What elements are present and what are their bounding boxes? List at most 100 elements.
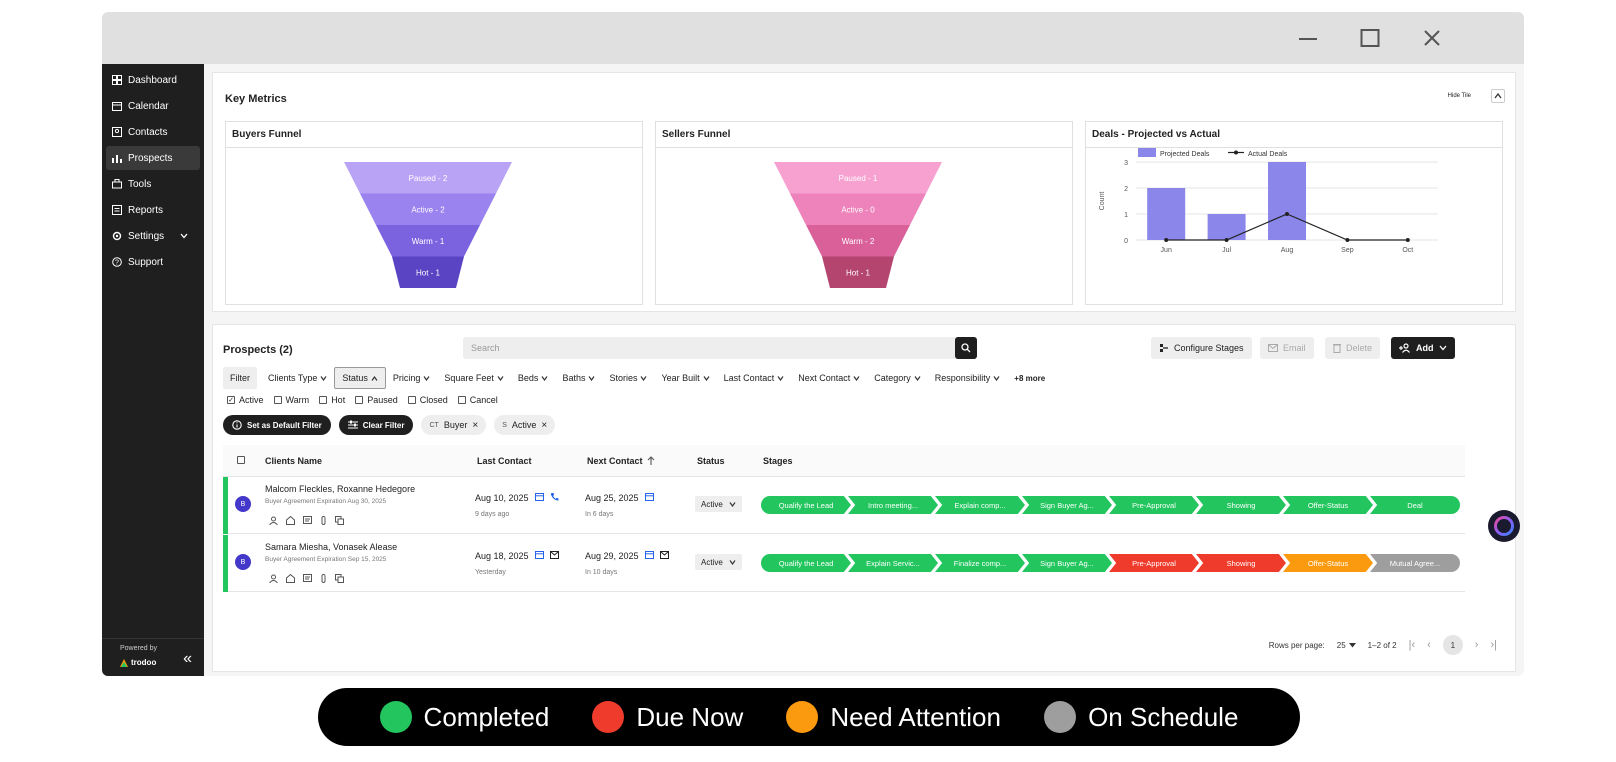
calendar-icon[interactable]: [534, 550, 544, 561]
status-select[interactable]: Active: [695, 554, 742, 570]
note-icon[interactable]: [303, 512, 312, 530]
add-button[interactable]: Add: [1391, 337, 1455, 359]
collapse-sidebar-button[interactable]: «: [183, 650, 192, 668]
stage-step[interactable]: Intro meeting...: [848, 496, 938, 514]
sidebar-item-tools[interactable]: Tools: [106, 172, 200, 196]
filter-last-contact[interactable]: Last Contact: [717, 367, 792, 389]
maximize-button[interactable]: [1356, 26, 1384, 50]
delete-label: Delete: [1346, 343, 1373, 353]
calendar-icon[interactable]: [644, 492, 654, 503]
collapse-tile-button[interactable]: [1491, 89, 1505, 103]
configure-stages-button[interactable]: Configure Stages: [1151, 337, 1252, 359]
table-row[interactable]: B Malcom Fleckles, Roxanne Hedegore Buyer …: [223, 477, 1465, 534]
stage-step[interactable]: Qualify the Lead: [761, 554, 851, 572]
filter-status[interactable]: Status: [334, 367, 386, 389]
mail-icon[interactable]: [549, 550, 559, 561]
page-number[interactable]: 1: [1442, 635, 1463, 655]
checkbox-hot[interactable]: Hot: [319, 395, 345, 405]
filter-responsibility[interactable]: Responsibility: [928, 367, 1008, 389]
assistant-button[interactable]: [1488, 510, 1520, 542]
paperclip-icon[interactable]: [320, 570, 327, 588]
last-page-button[interactable]: ›|: [1490, 639, 1497, 651]
filter-filter[interactable]: Filter: [223, 367, 257, 389]
column-next-contact[interactable]: Next Contact: [587, 456, 655, 466]
stage-step[interactable]: Offer-Status: [1283, 554, 1373, 572]
delete-button[interactable]: Delete: [1325, 337, 1381, 359]
search-input[interactable]: [463, 337, 963, 359]
filter-year-built[interactable]: Year Built: [654, 367, 716, 389]
mail-icon[interactable]: [659, 550, 669, 561]
close-button[interactable]: [1418, 26, 1446, 50]
stage-step[interactable]: Offer-Status: [1283, 496, 1373, 514]
stage-step[interactable]: Mutual Agree...: [1370, 554, 1460, 572]
sidebar-item-prospects[interactable]: Prospects: [106, 146, 200, 170]
sidebar-item-contacts[interactable]: Contacts: [106, 120, 200, 144]
phone-icon[interactable]: [550, 492, 559, 503]
stage-step[interactable]: Deal: [1370, 496, 1460, 514]
hide-tile-button[interactable]: Hide Tile: [1448, 93, 1471, 99]
rows-per-page-select[interactable]: 25: [1337, 641, 1356, 650]
calendar-icon[interactable]: [644, 550, 654, 561]
next-page-button[interactable]: ›: [1475, 639, 1479, 651]
sidebar-item-settings[interactable]: Settings: [106, 224, 200, 248]
filter-square-feet[interactable]: Square Feet: [437, 367, 511, 389]
first-page-button[interactable]: |‹: [1409, 639, 1416, 651]
filter-clients-type[interactable]: Clients Type: [261, 367, 334, 389]
stage-step[interactable]: Explain comp...: [935, 496, 1025, 514]
users-icon[interactable]: [269, 512, 278, 530]
stage-step[interactable]: Pre-Approval: [1109, 496, 1199, 514]
calendar-icon[interactable]: [534, 492, 544, 503]
stage-step[interactable]: Explain Servic...: [848, 554, 938, 572]
sidebar-item-calendar[interactable]: Calendar: [106, 94, 200, 118]
stage-step[interactable]: Showing: [1196, 554, 1286, 572]
copy-icon[interactable]: [335, 570, 344, 588]
rows-per-page-label: Rows per page:: [1268, 640, 1325, 650]
client-name[interactable]: Samara Miesha, Vonasek Alease: [265, 542, 397, 552]
filter-pricing[interactable]: Pricing: [386, 367, 438, 389]
filter-category[interactable]: Category: [867, 367, 928, 389]
users-icon[interactable]: [269, 570, 278, 588]
table-row[interactable]: B Samara Miesha, Vonasek Alease Buyer Agre…: [223, 535, 1465, 592]
checkbox-paused[interactable]: Paused: [355, 395, 398, 405]
more-filters-button[interactable]: +8 more: [1007, 367, 1052, 389]
legend-swatch-projected: [1138, 148, 1156, 157]
remove-chip-button[interactable]: ×: [472, 420, 478, 431]
checkbox-cancel[interactable]: Cancel: [457, 395, 498, 405]
note-icon[interactable]: [303, 570, 312, 588]
house-icon[interactable]: [286, 512, 295, 530]
clear-filter-button[interactable]: Clear Filter: [338, 415, 414, 435]
set-default-filter-button[interactable]: Set as Default Filter: [223, 415, 331, 435]
paperclip-icon[interactable]: [320, 512, 327, 530]
sidebar-item-dashboard[interactable]: Dashboard: [106, 68, 200, 92]
stage-step[interactable]: Qualify the Lead: [761, 496, 851, 514]
search-button[interactable]: [955, 337, 977, 359]
select-all-checkbox[interactable]: [237, 455, 245, 466]
stage-step[interactable]: Sign Buyer Ag...: [1022, 496, 1112, 514]
email-button[interactable]: Email: [1260, 337, 1314, 359]
sidebar-item-reports[interactable]: Reports: [106, 198, 200, 222]
stage-step[interactable]: Finalize comp...: [935, 554, 1025, 572]
client-name[interactable]: Malcom Fleckles, Roxanne Hedegore: [265, 484, 415, 494]
stage-step[interactable]: Showing: [1196, 496, 1286, 514]
copy-icon[interactable]: [335, 512, 344, 530]
stage-step[interactable]: Pre-Approval: [1109, 554, 1199, 572]
status-select[interactable]: Active: [695, 496, 742, 512]
checkbox-closed[interactable]: Closed: [407, 395, 448, 405]
filter-baths[interactable]: Baths: [555, 367, 602, 389]
house-icon[interactable]: [286, 570, 295, 588]
row-actions: [269, 512, 344, 530]
remove-chip-button[interactable]: ×: [541, 420, 547, 431]
checkbox-active[interactable]: ✓ Active: [227, 395, 264, 405]
filter-beds[interactable]: Beds: [511, 367, 556, 389]
checkbox-warm[interactable]: Warm: [273, 395, 309, 405]
sidebar-item-support[interactable]: ? Support: [106, 250, 200, 274]
prev-page-button[interactable]: ‹: [1427, 639, 1431, 651]
filter-next-contact[interactable]: Next Contact: [791, 367, 867, 389]
filter-stories[interactable]: Stories: [602, 367, 654, 389]
minimize-button[interactable]: [1294, 26, 1322, 50]
column-status[interactable]: Status: [697, 456, 725, 466]
sidebar-item-label: Settings: [128, 230, 165, 242]
column-last-contact[interactable]: Last Contact: [477, 456, 532, 466]
stage-step[interactable]: Sign Buyer Ag...: [1022, 554, 1112, 572]
column-clients-name[interactable]: Clients Name: [265, 456, 322, 466]
